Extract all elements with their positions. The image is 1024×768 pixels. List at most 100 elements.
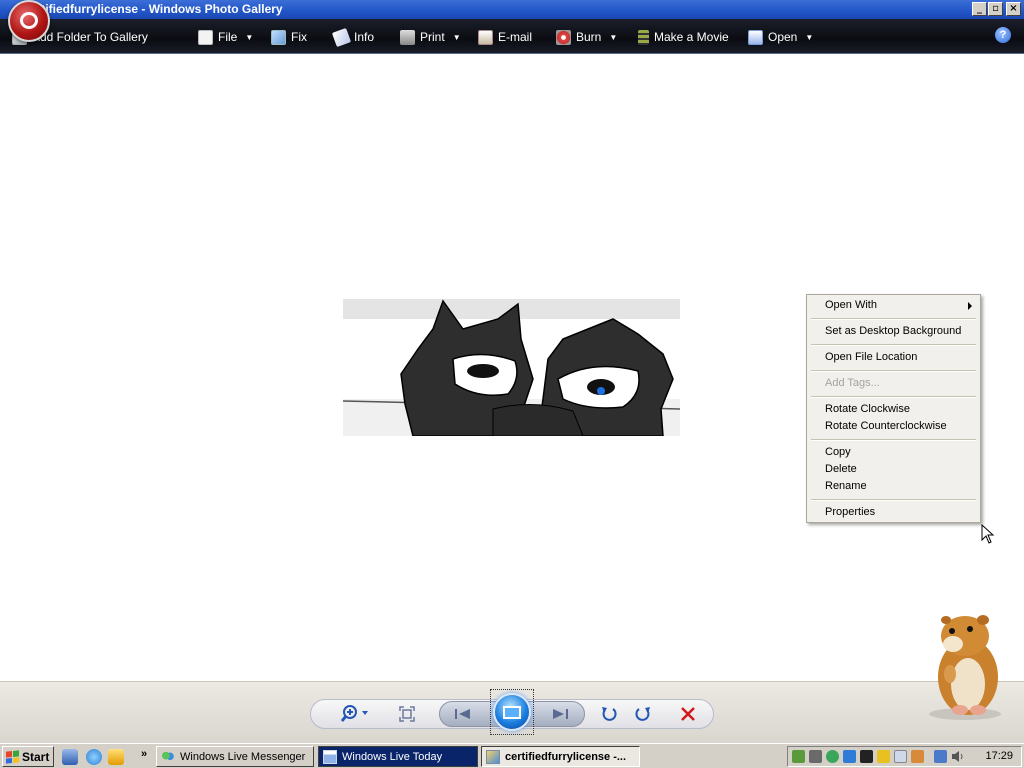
menu-item-label: Set as Desktop Background — [825, 325, 962, 337]
rotate-counterclockwise-button[interactable] — [598, 703, 620, 725]
menu-item-open-with[interactable]: Open With — [809, 297, 978, 314]
minimize-icon: _ — [977, 3, 982, 14]
menu-separator — [811, 370, 976, 372]
actual-size-button[interactable] — [396, 703, 418, 725]
print-menu-button[interactable]: Print ▼ — [400, 28, 461, 46]
hamster-mascot[interactable] — [920, 612, 1010, 722]
file-menu-button[interactable]: File ▼ — [198, 28, 253, 46]
start-button[interactable]: Start — [2, 746, 54, 767]
disc-icon — [556, 29, 571, 45]
show-desktop-icon[interactable] — [62, 749, 78, 765]
chevron-down-icon: ▼ — [452, 32, 461, 42]
menu-item-rotate-counterclockwise[interactable]: Rotate Counterclockwise — [809, 418, 978, 435]
menu-separator — [811, 396, 976, 398]
delete-icon — [681, 707, 695, 721]
menu-item-copy[interactable]: Copy — [809, 444, 978, 461]
close-button[interactable]: × — [1006, 2, 1021, 16]
window-title: ertifiedfurrylicense - Windows Photo Gal… — [30, 2, 283, 16]
menu-item-label: Properties — [825, 506, 876, 518]
menu-item-label: Open With — [825, 299, 877, 311]
windows-logo-icon[interactable] — [8, 0, 50, 42]
hamster-tray-icon[interactable] — [911, 750, 924, 763]
burn-menu-button[interactable]: Burn ▼ — [556, 28, 617, 46]
network-connection-icon[interactable] — [934, 750, 947, 763]
fix-button[interactable]: Fix — [271, 28, 307, 46]
restore-button[interactable]: ▫ — [988, 2, 1003, 16]
next-button[interactable] — [549, 703, 571, 725]
messenger-status-icon[interactable] — [826, 750, 839, 763]
menu-item-add-tags: Add Tags... — [809, 375, 978, 392]
file-menu-label: File — [218, 30, 238, 44]
window-icon — [323, 749, 337, 764]
email-button[interactable]: E-mail — [478, 28, 532, 46]
menu-item-rename[interactable]: Rename — [809, 478, 978, 495]
menu-item-rotate-clockwise[interactable]: Rotate Clockwise — [809, 401, 978, 418]
gallery-icon — [486, 749, 500, 764]
zoom-icon — [340, 705, 368, 722]
system-tray: 17:29 — [787, 746, 1022, 767]
taskbar-button-messenger[interactable]: Windows Live Messenger — [156, 746, 314, 767]
menu-item-set-desktop-background[interactable]: Set as Desktop Background — [809, 323, 978, 340]
open-label: Open — [768, 30, 798, 44]
context-menu: Open With Set as Desktop Background Open… — [806, 294, 981, 523]
update-icon[interactable] — [843, 750, 856, 763]
monitor-icon[interactable] — [860, 750, 873, 763]
email-label: E-mail — [498, 30, 533, 44]
info-tag-icon — [331, 27, 352, 47]
menu-item-label: Rotate Clockwise — [825, 403, 910, 415]
help-button[interactable]: ? — [995, 27, 1011, 43]
previous-icon — [455, 709, 470, 719]
task-label: Windows Live Messenger — [180, 750, 306, 763]
fix-icon — [271, 29, 286, 45]
help-icon: ? — [999, 29, 1007, 41]
open-menu-button[interactable]: Open ▼ — [748, 28, 813, 46]
open-icon — [748, 29, 763, 45]
volume-icon[interactable] — [951, 750, 964, 763]
menu-item-properties[interactable]: Properties — [809, 504, 978, 521]
make-movie-button[interactable]: Make a Movie — [638, 28, 729, 46]
clock[interactable]: 17:29 — [985, 750, 1013, 762]
delete-button[interactable] — [677, 703, 699, 725]
print-label: Print — [420, 30, 445, 44]
printer-icon — [400, 29, 415, 45]
taskbar-button-live-today[interactable]: Windows Live Today — [318, 746, 478, 767]
file-icon — [198, 29, 213, 45]
rotate-clockwise-button[interactable] — [632, 703, 654, 725]
mouse-pointer-icon — [981, 524, 995, 544]
quick-launch-more-button[interactable]: » — [141, 748, 147, 760]
menu-item-label: Open File Location — [825, 351, 918, 363]
actual-size-icon — [399, 706, 415, 722]
previous-button[interactable] — [452, 703, 474, 725]
document-icon[interactable] — [894, 750, 907, 763]
menu-item-delete[interactable]: Delete — [809, 461, 978, 478]
info-button[interactable]: Info — [331, 27, 374, 47]
screen: ertifiedfurrylicense - Windows Photo Gal… — [0, 0, 1024, 768]
menu-separator — [811, 344, 976, 346]
rotate-counterclockwise-icon — [602, 707, 617, 721]
internet-explorer-icon[interactable] — [86, 749, 102, 765]
task-label: Windows Live Today — [342, 750, 443, 763]
network-icon[interactable] — [809, 750, 822, 763]
menu-item-label: Add Tags... — [825, 377, 880, 389]
menu-item-open-file-location[interactable]: Open File Location — [809, 349, 978, 366]
taskbar-button-photo-gallery[interactable]: certifiedfurrylicense -... — [481, 746, 640, 767]
make-movie-label: Make a Movie — [654, 30, 729, 44]
messenger-icon — [161, 749, 175, 764]
chevron-down-icon: ▼ — [609, 32, 618, 42]
menu-separator — [811, 318, 976, 320]
media-player-icon[interactable] — [108, 749, 124, 765]
menu-item-label: Rename — [825, 480, 867, 492]
menu-item-label: Delete — [825, 463, 857, 475]
slideshow-button[interactable] — [490, 689, 534, 735]
menu-item-label: Copy — [825, 446, 851, 458]
slideshow-icon — [493, 693, 531, 731]
zoom-button[interactable] — [338, 703, 372, 725]
windows-flag-icon — [6, 749, 19, 764]
film-icon — [638, 29, 649, 45]
title-bar[interactable]: ertifiedfurrylicense - Windows Photo Gal… — [0, 0, 1024, 19]
photo-preview[interactable] — [343, 299, 680, 436]
lock-icon[interactable] — [877, 750, 890, 763]
security-icon[interactable] — [792, 750, 805, 763]
email-icon — [478, 29, 493, 45]
minimize-button[interactable]: _ — [972, 2, 987, 16]
